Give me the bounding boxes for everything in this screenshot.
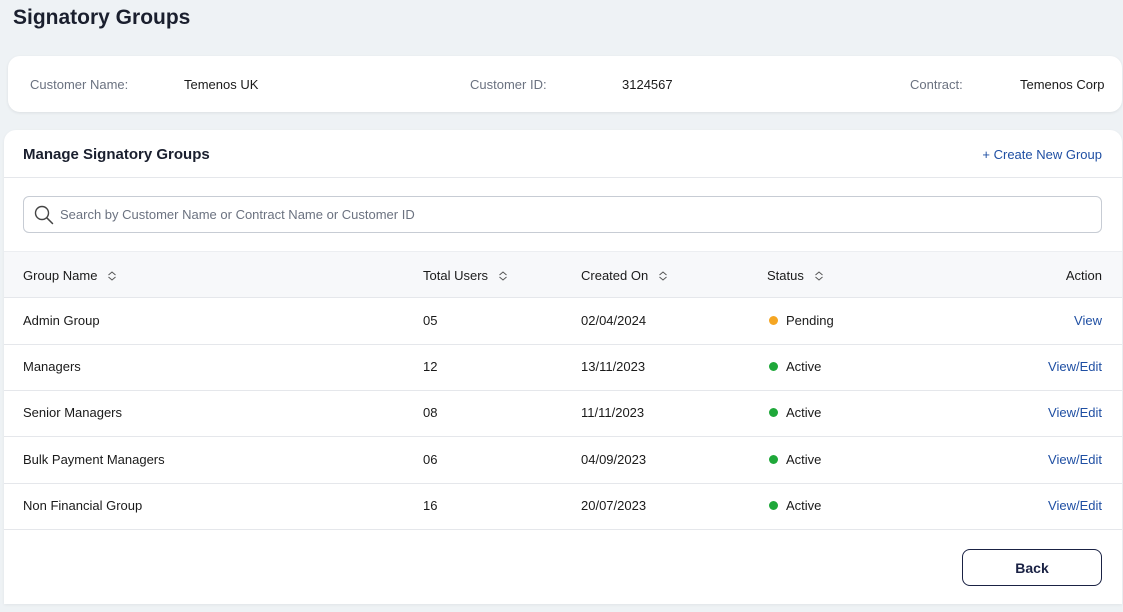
sort-icon[interactable]	[658, 270, 668, 281]
create-new-group-link[interactable]: + Create New Group	[982, 147, 1102, 162]
card-title: Manage Signatory Groups	[23, 146, 210, 163]
created-on-cell: 11/11/2023	[581, 405, 645, 420]
status-dot-icon	[769, 362, 778, 371]
search-box[interactable]	[23, 196, 1102, 233]
total-users-cell: 05	[423, 313, 438, 328]
group-name-cell: Senior Managers	[23, 405, 122, 420]
status-dot-icon	[769, 501, 778, 510]
group-name-cell: Bulk Payment Managers	[23, 452, 165, 467]
total-users-cell: 06	[423, 452, 438, 467]
col-group-name-label: Group Name	[23, 268, 98, 283]
status-badge: Pending	[769, 313, 834, 328]
contract-label: Contract:	[910, 77, 963, 92]
manage-groups-card: Manage Signatory Groups + Create New Gro…	[4, 130, 1122, 604]
table-row: Managers 12 13/11/2023 Active View/Edit	[4, 344, 1122, 391]
status-label: Active	[786, 359, 822, 374]
status-dot-icon	[769, 316, 778, 325]
col-action: Action	[1066, 268, 1102, 283]
col-created-on-label: Created On	[581, 268, 649, 283]
status-dot-icon	[769, 455, 778, 464]
total-users-cell: 16	[423, 498, 438, 513]
group-name-cell: Non Financial Group	[23, 498, 143, 513]
customer-id-value: 3124567	[622, 77, 673, 92]
col-action-label: Action	[1065, 268, 1102, 283]
col-total-users[interactable]: Total Users	[423, 268, 508, 283]
created-on-cell: 13/11/2023	[581, 359, 646, 374]
customer-name-value: Temenos UK	[184, 77, 259, 92]
status-badge: Active	[769, 359, 821, 374]
col-group-name[interactable]: Group Name	[23, 268, 117, 283]
view-edit-link[interactable]: View/Edit	[1048, 498, 1102, 513]
search-input[interactable]	[60, 197, 1090, 232]
table-header: Group Name Total Users Created On Status…	[4, 251, 1122, 298]
back-button[interactable]: Back	[962, 549, 1102, 586]
status-label: Active	[786, 498, 822, 513]
status-dot-icon	[769, 408, 778, 417]
search-icon	[34, 205, 54, 225]
status-label: Pending	[786, 313, 834, 328]
table-row: Bulk Payment Managers 06 04/09/2023 Acti…	[4, 437, 1122, 484]
created-on-cell: 20/07/2023	[581, 498, 647, 513]
status-label: Active	[786, 405, 822, 420]
col-status-label: Status	[767, 268, 804, 283]
card-header: Manage Signatory Groups + Create New Gro…	[4, 130, 1122, 178]
view-edit-link[interactable]: View/Edit	[1048, 405, 1102, 420]
customer-name-label: Customer Name:	[30, 77, 129, 92]
created-on-cell: 02/04/2024	[581, 313, 647, 328]
status-badge: Active	[769, 405, 821, 420]
view-edit-link[interactable]: View/Edit	[1048, 452, 1102, 467]
sort-icon[interactable]	[107, 270, 117, 281]
total-users-cell: 12	[423, 359, 438, 374]
status-badge: Active	[769, 498, 821, 513]
sort-icon[interactable]	[814, 270, 824, 281]
sort-icon[interactable]	[498, 270, 508, 281]
table-row: Non Financial Group 16 20/07/2023 Active…	[4, 483, 1122, 530]
customer-info-card: Customer Name: Temenos UK Customer ID: 3…	[8, 56, 1122, 112]
col-total-users-label: Total Users	[423, 268, 489, 283]
status-label: Active	[786, 452, 822, 467]
total-users-cell: 08	[423, 405, 438, 420]
contract-value: Temenos Corp	[1020, 77, 1105, 92]
customer-id-label: Customer ID:	[470, 77, 547, 92]
group-name-cell: Managers	[23, 359, 81, 374]
group-name-cell: Admin Group	[23, 313, 100, 328]
view-edit-link[interactable]: View/Edit	[1048, 359, 1102, 374]
created-on-cell: 04/09/2023	[581, 452, 647, 467]
col-created-on[interactable]: Created On	[581, 268, 668, 283]
page-title: Signatory Groups	[13, 6, 191, 29]
status-badge: Active	[769, 452, 821, 467]
table-row: Admin Group 05 02/04/2024 Pending View	[4, 298, 1122, 345]
view-link[interactable]: View	[1074, 313, 1102, 328]
col-status[interactable]: Status	[767, 268, 824, 283]
table-row: Senior Managers 08 11/11/2023 Active Vie…	[4, 390, 1122, 437]
